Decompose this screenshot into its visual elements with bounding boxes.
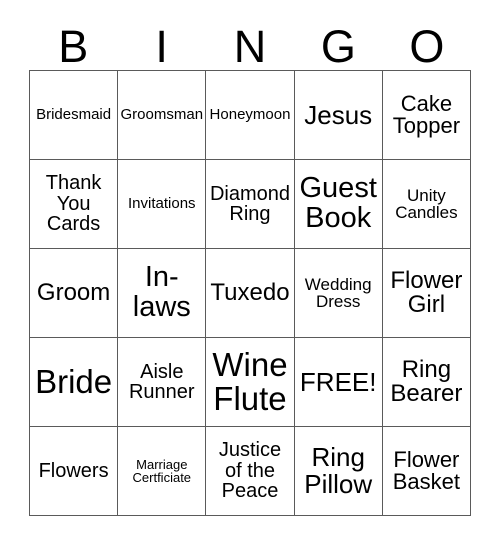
bingo-cell-r4c5[interactable]: Ring Bearer	[382, 338, 471, 427]
bingo-cell-label: Justice of the Peace	[218, 439, 282, 503]
bingo-cell-r2c4[interactable]: Guest Book	[294, 160, 383, 249]
header-letter-b: B	[58, 21, 89, 72]
bingo-cell-label: Honeymoon	[209, 106, 291, 124]
bingo-cell-r3c2[interactable]: In- laws	[118, 249, 207, 338]
bingo-cell-label: Bride	[35, 363, 113, 401]
bingo-cell-label: Ring Bearer	[390, 355, 463, 407]
bingo-cell-label: Ring Pillow	[304, 442, 373, 499]
header-letter-o: O	[409, 21, 445, 72]
bingo-cell-r3c3[interactable]: Tuxedo	[206, 249, 295, 338]
bingo-cell-label: Groomsman	[120, 106, 204, 124]
bingo-grid: Bridesmaid Groomsman Honeymoon Jesus Cak…	[29, 70, 471, 516]
bingo-cell-r5c1[interactable]: Flowers	[30, 427, 119, 516]
bingo-cell-label: Tuxedo	[210, 278, 290, 306]
bingo-cell-r1c3[interactable]: Honeymoon	[206, 71, 295, 160]
bingo-cell-label: Wedding Dress	[304, 274, 372, 311]
bingo-cell-r1c4[interactable]: Jesus	[294, 71, 383, 160]
bingo-cell-label: Invitations	[128, 195, 196, 213]
bingo-cell-r1c5[interactable]: Cake Topper	[382, 71, 471, 160]
bingo-cell-label: Jesus	[304, 99, 373, 130]
bingo-cell-label: Bridesmaid	[36, 106, 112, 124]
bingo-cell-free-space[interactable]: FREE!	[294, 338, 383, 427]
header-letter-i: I	[155, 21, 168, 72]
bingo-cell-label: Flower Basket	[392, 446, 461, 494]
bingo-cell-label: Unity Candles	[395, 185, 458, 222]
bingo-cell-label: Wine Flute	[212, 346, 288, 417]
bingo-cell-r3c1[interactable]: Groom	[30, 249, 119, 338]
bingo-cell-r1c2[interactable]: Groomsman	[118, 71, 207, 160]
bingo-cell-r4c3[interactable]: Wine Flute	[206, 338, 295, 427]
bingo-free-space-label: FREE!	[299, 366, 377, 397]
bingo-cell-r3c5[interactable]: Flower Girl	[382, 249, 471, 338]
bingo-header-row: B I N G O	[29, 18, 471, 70]
bingo-cell-r2c5[interactable]: Unity Candles	[382, 160, 471, 249]
bingo-cell-label: Cake Topper	[392, 90, 461, 138]
bingo-cell-label: Flowers	[38, 459, 109, 482]
bingo-cell-r5c5[interactable]: Flower Basket	[382, 427, 471, 516]
header-letter-n: N	[233, 21, 267, 72]
bingo-cell-label: In- laws	[132, 261, 191, 323]
bingo-cell-r5c4[interactable]: Ring Pillow	[294, 427, 383, 516]
bingo-cell-r2c3[interactable]: Diamond Ring	[206, 160, 295, 249]
bingo-cell-r5c2[interactable]: Marriage Certficiate	[118, 427, 207, 516]
bingo-cell-r2c1[interactable]: Thank You Cards	[30, 160, 119, 249]
bingo-cell-label: Aisle Runner	[128, 360, 195, 403]
bingo-card: B I N G O Bridesmaid Groomsman Honeymoon…	[0, 0, 500, 544]
bingo-cell-label: Diamond Ring	[209, 182, 291, 225]
bingo-cell-r3c4[interactable]: Wedding Dress	[294, 249, 383, 338]
bingo-cell-label: Thank You Cards	[45, 172, 102, 236]
bingo-cell-r4c2[interactable]: Aisle Runner	[118, 338, 207, 427]
bingo-cell-label: Groom	[36, 278, 111, 306]
bingo-cell-label: Flower Girl	[390, 266, 463, 318]
bingo-cell-r5c3[interactable]: Justice of the Peace	[206, 427, 295, 516]
bingo-cell-r1c1[interactable]: Bridesmaid	[30, 71, 119, 160]
bingo-cell-r4c1[interactable]: Bride	[30, 338, 119, 427]
bingo-cell-label: Guest Book	[299, 172, 377, 234]
bingo-cell-r2c2[interactable]: Invitations	[118, 160, 207, 249]
header-letter-g: G	[320, 21, 356, 72]
bingo-cell-label: Marriage Certficiate	[132, 456, 192, 485]
